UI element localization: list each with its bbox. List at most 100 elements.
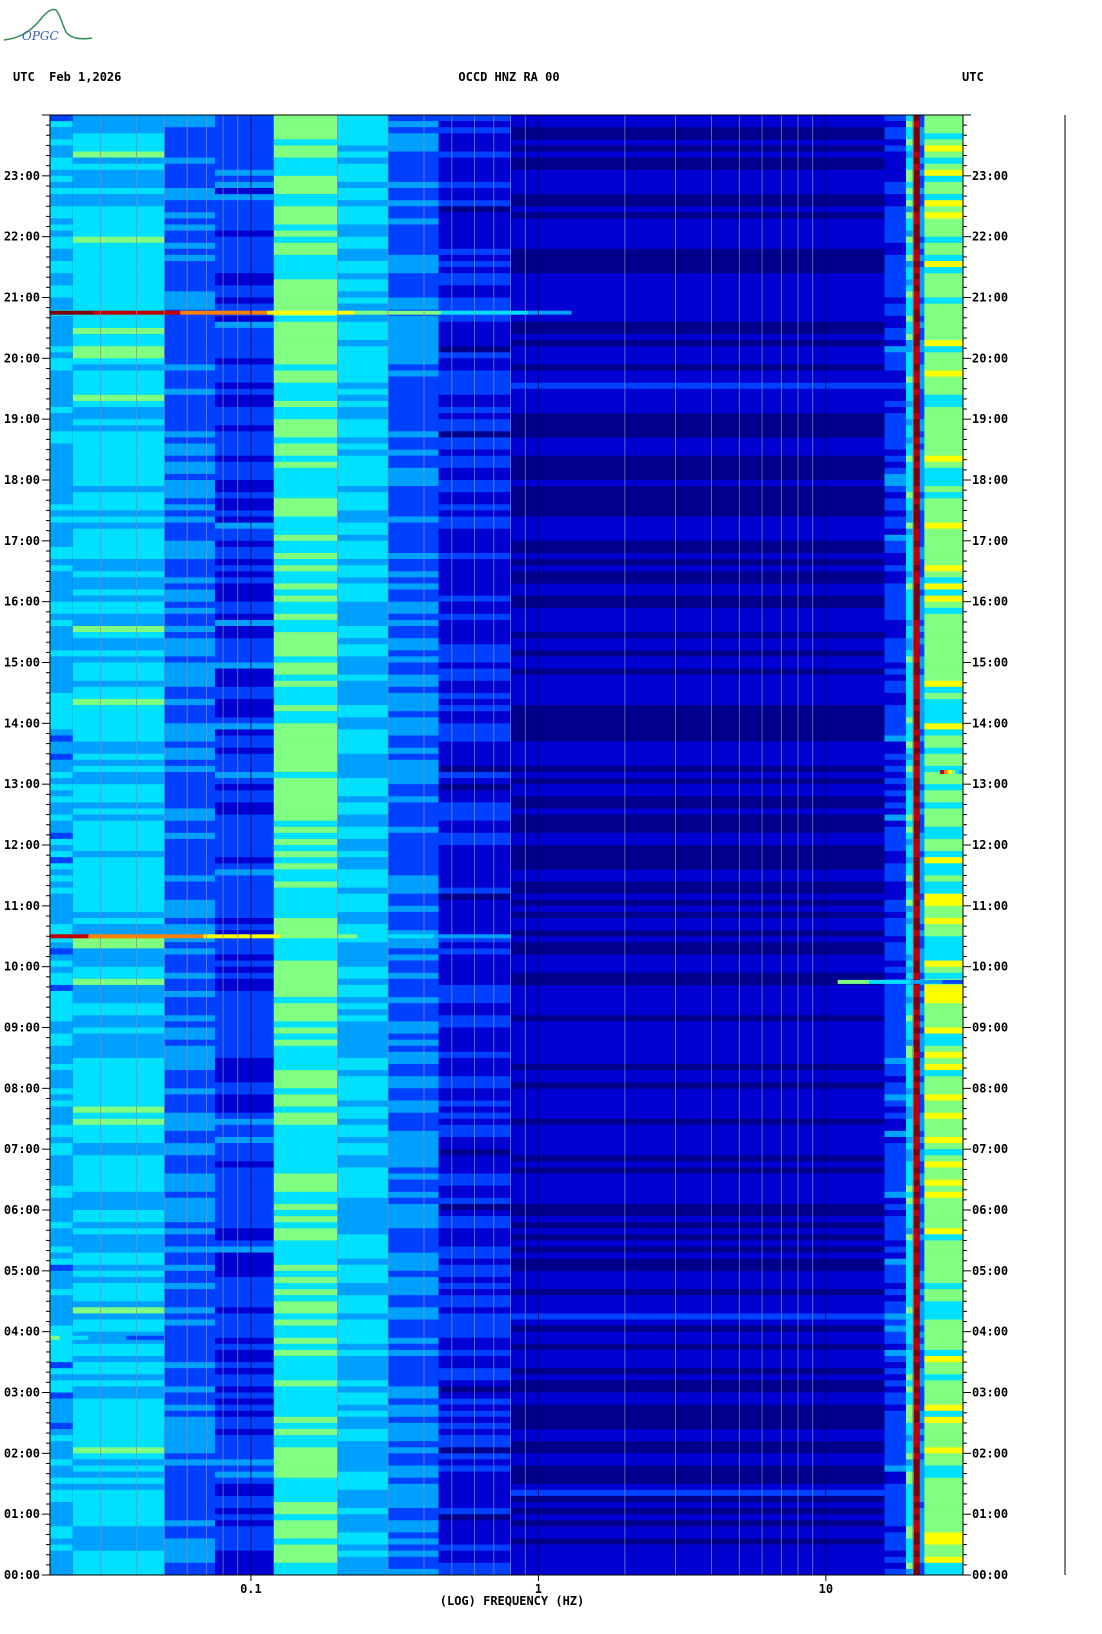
heatmap-cell [50, 1264, 73, 1272]
heatmap-cell [919, 735, 925, 742]
heatmap-cell [164, 1100, 215, 1107]
heatmap-cell [919, 1264, 925, 1272]
heatmap-cell [164, 431, 215, 438]
heatmap-cell [919, 589, 925, 596]
heatmap-cell [913, 1155, 920, 1162]
heatmap-cell [72, 1112, 165, 1120]
heatmap-cell [919, 1155, 925, 1162]
heatmap-cell [72, 1568, 165, 1576]
heatmap-cell [884, 924, 906, 931]
heatmap-cell [215, 407, 274, 414]
heatmap-cell [924, 1307, 963, 1314]
heatmap-cell [164, 1234, 215, 1241]
event-streak [848, 979, 860, 984]
heatmap-cell [919, 911, 925, 919]
heatmap-cell [273, 1064, 338, 1071]
heatmap-cell [913, 115, 920, 122]
heatmap-cell [273, 1234, 338, 1241]
heatmap-cell [388, 157, 439, 164]
heatmap-cell [50, 1550, 73, 1558]
heatmap-cell [919, 802, 925, 809]
heatmap-cell [913, 1185, 920, 1193]
heatmap-cell [273, 218, 338, 225]
heatmap-cell [337, 1319, 389, 1326]
heatmap-cell [913, 382, 920, 390]
heatmap-cell [164, 510, 215, 517]
heatmap-cell [913, 394, 920, 402]
heatmap-cell [510, 845, 885, 852]
heatmap-cell [273, 534, 338, 542]
heatmap-cell [924, 814, 963, 821]
heatmap-cell [72, 498, 165, 505]
heatmap-cell [215, 1538, 274, 1545]
heatmap-cell [273, 1398, 338, 1405]
heatmap-cell [884, 510, 906, 517]
heatmap-cell [919, 1234, 925, 1241]
heatmap-cell [164, 1137, 215, 1144]
heatmap-cell [919, 327, 925, 335]
heatmap-cell [919, 1556, 925, 1564]
heatmap-cell [924, 808, 963, 815]
heatmap-cell [510, 778, 885, 785]
y-tick-label-left: 05:00 [4, 1264, 40, 1278]
heatmap-cell [924, 212, 963, 219]
heatmap-cell [388, 1471, 439, 1478]
heatmap-cell [72, 753, 165, 761]
heatmap-cell [919, 595, 925, 602]
heatmap-cell [273, 826, 338, 834]
heatmap-cell [215, 802, 274, 809]
heatmap-cell [388, 151, 439, 158]
heatmap-cell [164, 1313, 215, 1320]
heatmap-cell [337, 1386, 389, 1393]
heatmap-cell [50, 431, 73, 438]
y-tick-label-left: 20:00 [4, 351, 40, 365]
seismogram-trace [1064, 115, 1066, 1575]
heatmap-cell [388, 918, 439, 925]
heatmap-cell [72, 1252, 165, 1259]
heatmap-cell [273, 1003, 338, 1010]
heatmap-cell [273, 334, 338, 341]
heatmap-cell [913, 1465, 920, 1472]
event-streak [357, 934, 396, 939]
heatmap-cell [388, 1429, 439, 1436]
heatmap-cell [337, 133, 389, 140]
heatmap-cell [919, 1568, 925, 1576]
heatmap-cell [924, 522, 963, 529]
heatmap-cell [215, 553, 274, 560]
heatmap-cell [50, 1465, 73, 1472]
heatmap-cell [388, 845, 439, 852]
heatmap-cell [164, 206, 215, 213]
heatmap-cell [919, 1416, 925, 1424]
heatmap-cell [215, 1349, 274, 1357]
heatmap-cell [72, 139, 165, 146]
heatmap-cell [884, 1137, 906, 1144]
y-tick-label-left: 06:00 [4, 1203, 40, 1217]
heatmap-cell [924, 1453, 963, 1460]
heatmap-cell [337, 553, 389, 560]
heatmap-cell [337, 1039, 389, 1047]
heatmap-cell [913, 285, 920, 292]
heatmap-cell [50, 121, 73, 128]
heatmap-cell [388, 510, 439, 517]
heatmap-cell [72, 583, 165, 590]
heatmap-cell [215, 1568, 274, 1576]
heatmap-cell [913, 431, 920, 438]
heatmap-cell [50, 127, 73, 134]
heatmap-cell [924, 735, 963, 742]
heatmap-cell [919, 425, 925, 432]
heatmap-cell [913, 918, 920, 925]
heatmap-cell [388, 674, 439, 682]
heatmap-cell [72, 133, 165, 140]
heatmap-cell [919, 784, 925, 791]
heatmap-cell [884, 224, 906, 231]
heatmap-cell [273, 492, 338, 499]
heatmap-cell [72, 1313, 165, 1320]
heatmap-cell [215, 303, 274, 310]
heatmap-cell [337, 1173, 389, 1180]
heatmap-cell [337, 1368, 389, 1375]
heatmap-cell [215, 121, 274, 128]
heatmap-cell [913, 954, 920, 961]
heatmap-cell [72, 188, 165, 195]
heatmap-cell [924, 480, 963, 487]
heatmap-cell [337, 1149, 389, 1156]
